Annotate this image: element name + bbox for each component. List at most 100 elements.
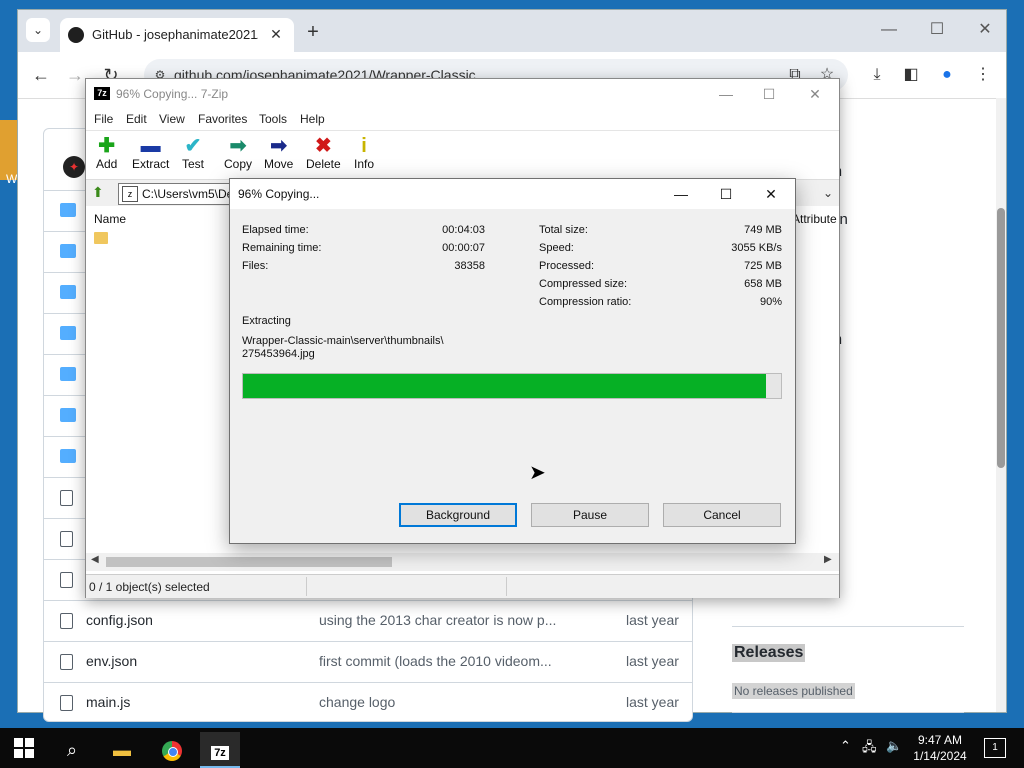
releases-heading[interactable]: Releases	[732, 644, 806, 662]
file-name[interactable]: config.json	[86, 612, 153, 628]
scrollbar-thumb[interactable]	[106, 557, 392, 567]
test-check-icon: ✔	[184, 135, 202, 157]
toolbar-copy-button[interactable]: ➡ Copy	[224, 135, 252, 171]
downloads-icon[interactable]: ⤓	[866, 64, 888, 86]
volume-muted-icon[interactable]: 🔈	[886, 738, 902, 754]
menu-view[interactable]: View	[159, 112, 185, 126]
menu-tools[interactable]: Tools	[259, 112, 287, 126]
maximize-icon[interactable]: ☐	[754, 83, 784, 105]
divider	[732, 712, 964, 713]
cancel-button[interactable]: Cancel	[663, 503, 781, 527]
commit-message[interactable]: change logo	[319, 694, 559, 710]
minimize-icon[interactable]: —	[874, 16, 904, 46]
folder-up-icon[interactable]: ⬆	[92, 184, 108, 200]
archive-icon: z	[122, 186, 138, 202]
column-attribute-header[interactable]: Attribute	[792, 212, 837, 226]
progress-fill	[243, 374, 767, 398]
menu-help[interactable]: Help	[300, 112, 325, 126]
file-name[interactable]: main.js	[86, 694, 130, 710]
toolbar-info-button[interactable]: i Info	[354, 135, 374, 171]
file-icon	[60, 695, 73, 711]
browser-tab[interactable]: GitHub - josephanimate2021/W ✕	[60, 18, 294, 52]
taskbar-clock[interactable]: 9:47 AM 1/14/2024	[912, 732, 968, 764]
scroll-right-icon[interactable]: ▶	[824, 554, 832, 565]
sevenzip-titlebar: 7z 96% Copying... 7-Zip — ☐ ✕	[86, 79, 839, 109]
minimize-icon[interactable]: —	[711, 83, 741, 105]
new-tab-button[interactable]: +	[302, 22, 324, 44]
add-plus-icon: ✚	[98, 135, 116, 157]
speed-value: 3055 KB/s	[731, 242, 782, 254]
tab-close-icon[interactable]: ✕	[266, 24, 286, 44]
remaining-label: Remaining time:	[242, 242, 322, 254]
commit-message[interactable]: first commit (loads the 2010 videom...	[319, 653, 559, 669]
toolbar-test-button[interactable]: ✔ Test	[182, 135, 204, 171]
copy-progress-dialog: 96% Copying... — ☐ ✕ Elapsed time: 00:04…	[229, 178, 796, 544]
total-size-label: Total size:	[539, 224, 588, 236]
chevron-down-icon[interactable]: ⌄	[820, 184, 836, 202]
toolbar-move-button[interactable]: ➡ Move	[264, 135, 293, 171]
background-button[interactable]: Background	[399, 503, 517, 527]
commit-message[interactable]: using the 2013 char creator is now p...	[319, 612, 559, 628]
file-explorer-icon[interactable]: ▬	[102, 732, 142, 768]
search-icon[interactable]: ⌕	[52, 732, 92, 768]
side-panel-icon[interactable]: ◧	[900, 64, 922, 86]
operation-label: Extracting	[242, 315, 291, 327]
file-name[interactable]: env.json	[86, 653, 137, 669]
toolbar-extract-button[interactable]: ▬ Extract	[132, 135, 169, 171]
tab-search-icon[interactable]: ⌄	[26, 18, 50, 42]
close-icon[interactable]: ✕	[800, 83, 830, 105]
menu-edit[interactable]: Edit	[126, 112, 147, 126]
folder-icon	[60, 203, 76, 217]
scrollbar-thumb[interactable]	[997, 208, 1005, 468]
scroll-left-icon[interactable]: ◀	[91, 554, 99, 565]
profile-icon[interactable]: ●	[936, 64, 958, 86]
column-name-header[interactable]: Name	[94, 212, 126, 226]
folder-icon[interactable]	[94, 232, 108, 244]
files-label: Files:	[242, 260, 269, 272]
back-arrow-icon[interactable]: ←	[28, 62, 54, 88]
toolbar-delete-button[interactable]: ✖ Delete	[306, 135, 341, 171]
file-row[interactable]: main.js change logo last year	[44, 682, 692, 723]
divider	[732, 626, 964, 627]
desktop-icon-label: W	[6, 172, 18, 186]
maximize-icon[interactable]: ☐	[922, 16, 952, 46]
speed-label: Speed:	[539, 242, 574, 254]
chevron-up-icon[interactable]: ⌃	[840, 738, 851, 754]
notification-icon[interactable]: 1	[984, 738, 1006, 758]
pause-button[interactable]: Pause	[531, 503, 649, 527]
desktop-icon[interactable]	[0, 120, 18, 180]
github-favicon-icon	[68, 27, 84, 43]
taskbar: ⌕ ▬ 7z ⌃ 🖧 🔈 9:47 AM 1/14/2024 1	[0, 728, 1024, 768]
sevenzip-logo-icon: 7z	[94, 87, 110, 100]
close-icon[interactable]: ✕	[756, 183, 786, 205]
chrome-icon[interactable]	[152, 732, 192, 768]
menu-file[interactable]: File	[94, 112, 113, 126]
folder-icon	[60, 408, 76, 422]
file-row[interactable]: env.json first commit (loads the 2010 vid…	[44, 641, 692, 682]
file-icon	[60, 654, 73, 670]
file-icon	[60, 490, 73, 506]
file-row[interactable]: config.json using the 2013 char creator i…	[44, 600, 692, 641]
toolbar-add-button[interactable]: ✚ Add	[96, 135, 117, 171]
clock-time: 9:47 AM	[917, 733, 963, 747]
minimize-icon[interactable]: —	[666, 183, 696, 205]
close-icon[interactable]: ✕	[970, 16, 1000, 46]
menu-kebab-icon[interactable]: ⋮	[972, 64, 994, 86]
network-icon[interactable]: 🖧	[862, 738, 877, 760]
compressed-size-value: 658 MB	[744, 278, 782, 290]
commit-avatar[interactable]: ✦	[63, 156, 85, 178]
divider	[306, 577, 307, 596]
toolbar-label: Info	[354, 157, 375, 171]
sevenzip-taskbar-icon[interactable]: 7z	[200, 732, 240, 768]
horizontal-scrollbar[interactable]: ◀ ▶	[86, 553, 839, 571]
file-icon	[60, 613, 73, 629]
processed-value: 725 MB	[744, 260, 782, 272]
mouse-cursor-icon: ➤	[529, 462, 546, 484]
maximize-icon[interactable]: ☐	[711, 183, 741, 205]
commit-date: last year	[626, 612, 679, 628]
compression-ratio-label: Compression ratio:	[539, 296, 632, 308]
windows-start-icon[interactable]	[14, 738, 34, 758]
menu-favorites[interactable]: Favorites	[198, 112, 247, 126]
toolbar-label: Copy	[224, 157, 253, 171]
page-scrollbar[interactable]	[996, 98, 1006, 712]
